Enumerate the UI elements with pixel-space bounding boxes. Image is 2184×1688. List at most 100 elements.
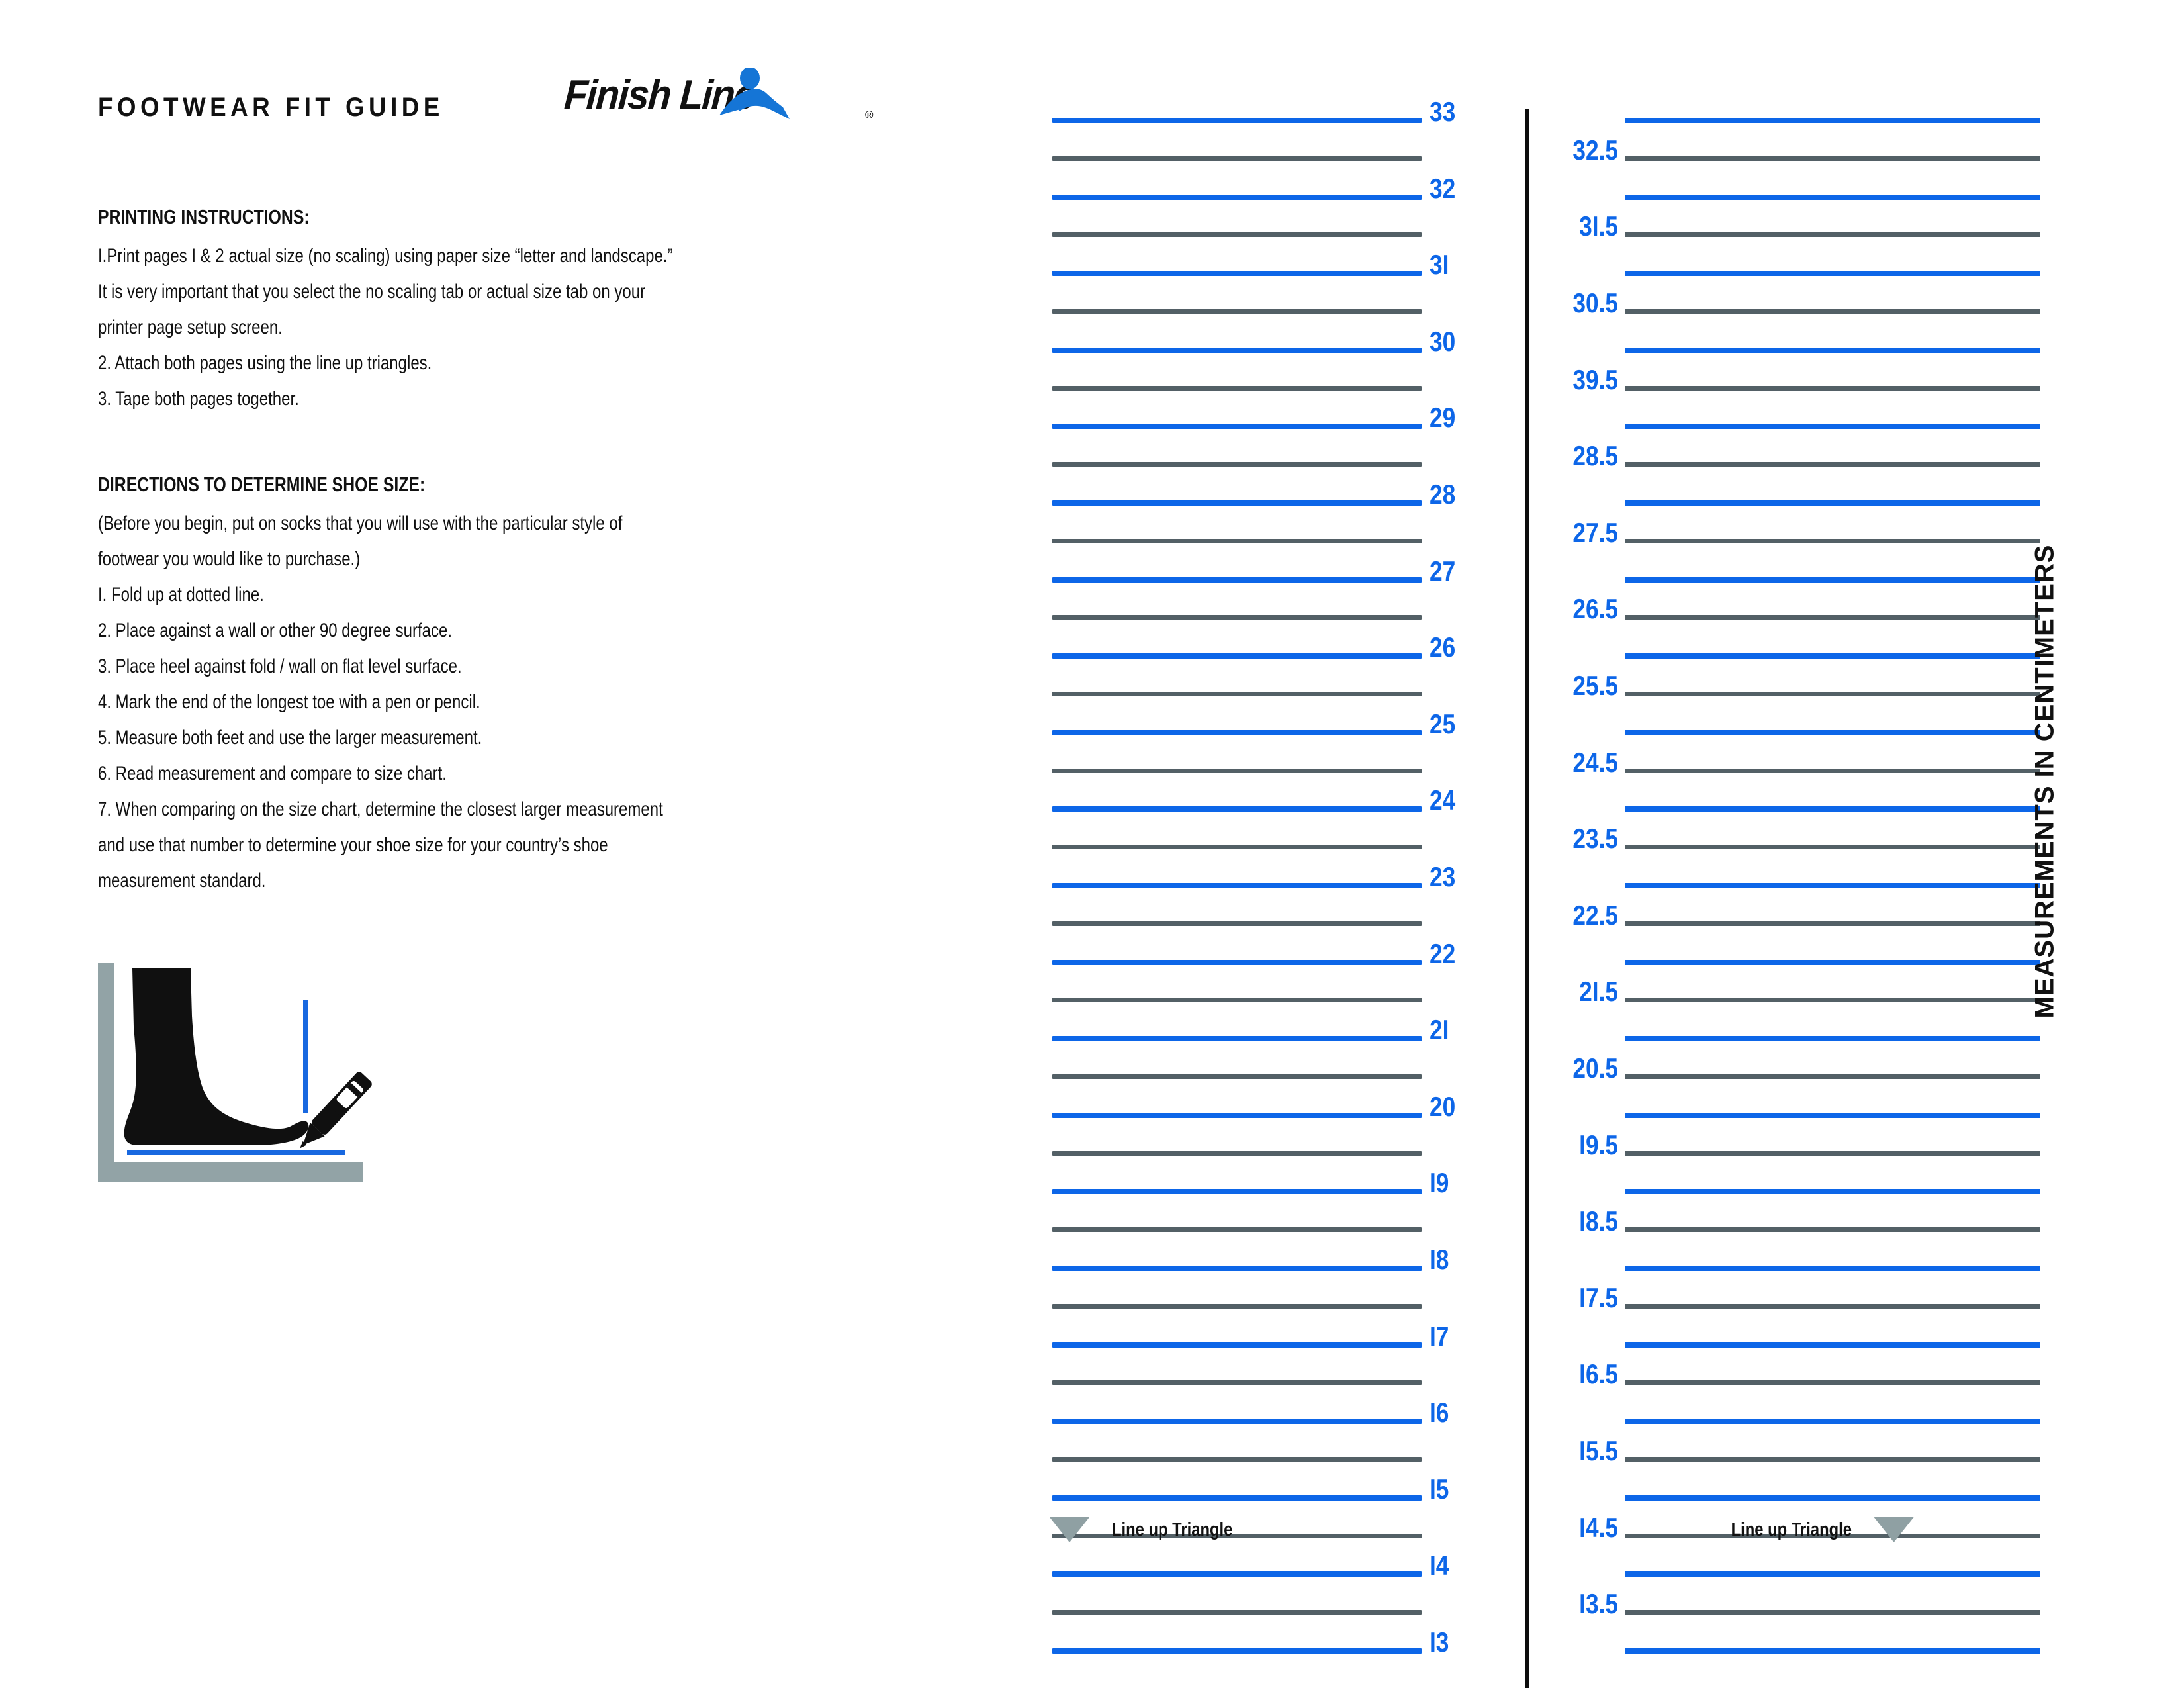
direction-line: 7. When comparing on the size chart, det… (98, 798, 663, 820)
direction-line: and use that number to determine your sh… (98, 834, 608, 856)
ruler-rule-line (1052, 1495, 1422, 1501)
ruler-rule-line (1052, 1610, 1422, 1615)
toe-measure-line (303, 1000, 308, 1113)
ruler-rule-line (1052, 194, 1422, 200)
ruler-column-half-cm: 32.5 3I.5 30.5 39.5 28.5 27.5 26.5 25.5 24.5 23.5… (1542, 0, 2065, 1688)
ruler-rule-line (1625, 1227, 2040, 1233)
ruler-rule-line (1625, 1648, 2040, 1654)
ruler-tick-label: I8.5 (1579, 1205, 1618, 1237)
ruler-rule-line (1052, 653, 1422, 659)
ruler-column-whole-cm: 33 32 3I 30 29 28 27 26 25 24 23 22 2I 20 I9 I8 I7 I6 I5 I4… (993, 0, 1522, 1688)
ruler-tick-label: 26.5 (1572, 593, 1618, 625)
triangle-down-icon (1874, 1517, 1914, 1542)
ruler-tick-label: 24.5 (1572, 746, 1618, 778)
ruler-rule-line (1052, 1457, 1422, 1462)
ruler-tick-label: 23.5 (1572, 823, 1618, 855)
ruler-rule-line (1052, 1303, 1422, 1309)
ruler-tick-label: I9.5 (1579, 1129, 1618, 1160)
instructions-panel: FOOTWEAR FIT GUIDE Finish Line ® PRINTIN… (0, 0, 993, 1688)
ruler-tick-label: I4.5 (1579, 1511, 1618, 1543)
ruler-tick-label: I5.5 (1579, 1435, 1618, 1466)
ruler-tick-label: 3I.5 (1579, 211, 1618, 242)
ruler-rule-line (1625, 1036, 2040, 1042)
ruler-rule-line (1625, 1150, 2040, 1156)
ruler-rule-line (1625, 1303, 2040, 1309)
ruler-tick-label: 27 (1430, 555, 1456, 586)
instruction-line: 2. Attach both pages using the line up t… (98, 352, 432, 374)
ruler-rule-line (1052, 883, 1422, 888)
ruler-rule-line (1625, 385, 2040, 391)
lineup-marker-right: Line up Triangle (1718, 1517, 1914, 1542)
ruler-rule-line (1052, 1036, 1422, 1042)
triangle-down-icon (1050, 1517, 1089, 1542)
ruler-rule-line (1625, 1495, 2040, 1501)
ruler-rule-line (1052, 1571, 1422, 1577)
ruler-tick-label: 30 (1430, 325, 1456, 357)
ruler-rule-line (1625, 768, 2040, 773)
measurements-axis-label-text: MEASUREMENTS IN CENTIMETERS (2030, 544, 2060, 1018)
instruction-line: It is very important that you select the… (98, 281, 646, 303)
ruler-tick-label: 28.5 (1572, 440, 1618, 472)
ruler-tick-label: 23 (1430, 861, 1456, 892)
ruler-tick-label: 20 (1430, 1090, 1456, 1122)
floor-shape (98, 1162, 363, 1182)
ruler-rule-line (1052, 615, 1422, 620)
ruler-rule-line (1052, 577, 1422, 583)
ruler-rule-line (1625, 538, 2040, 543)
directions-body: (Before you begin, put on socks that you… (98, 506, 807, 899)
ruler-rule-line (1625, 1112, 2040, 1118)
direction-line: 2. Place against a wall or other 90 degr… (98, 620, 452, 641)
direction-line: 5. Measure both feet and use the larger … (98, 727, 482, 749)
ruler-tick-label: 2I.5 (1579, 976, 1618, 1008)
ruler-rule-line (1052, 1227, 1422, 1233)
ruler-rule-line (1625, 500, 2040, 506)
ruler-rule-line (1052, 347, 1422, 353)
ruler-rule-line (1052, 1419, 1422, 1425)
instruction-line: printer page setup screen. (98, 316, 283, 338)
ruler-rule-line (1625, 1266, 2040, 1271)
ruler-rule-line (1052, 309, 1422, 314)
ruler-rule-line (1052, 462, 1422, 467)
ruler-tick-label: I6 (1430, 1397, 1449, 1429)
ruler-rule-line (1625, 1457, 2040, 1462)
ruler-rule-line (1052, 271, 1422, 277)
ruler-tick-label: I4 (1430, 1550, 1449, 1581)
ruler-tick-label: 22 (1430, 937, 1456, 969)
ruler-tick-label: 22.5 (1572, 899, 1618, 931)
ruler-tick-label: 2I (1430, 1014, 1449, 1046)
ruler-rule-line (1052, 1342, 1422, 1348)
sock-foot-shape (124, 968, 309, 1145)
ruler-rule-line (1625, 1342, 2040, 1348)
runner-swoosh-icon (719, 68, 790, 119)
ruler-rule-line (1052, 156, 1422, 161)
ruler-rule-line (1052, 692, 1422, 696)
instruction-line: I.Print pages I & 2 actual size (no scal… (98, 245, 673, 267)
ruler-rule-line (1625, 194, 2040, 200)
ruler-tick-label: 28 (1430, 479, 1456, 510)
ruler-tick-label: I7 (1430, 1320, 1449, 1352)
ruler-tick-label: 33 (1430, 96, 1456, 127)
direction-line: measurement standard. (98, 870, 266, 892)
baseline-measure-line (127, 1150, 345, 1155)
ruler-rule-line (1052, 921, 1422, 926)
ruler-tick-label: I5 (1430, 1473, 1449, 1505)
ruler-rule-line (1625, 232, 2040, 238)
trademark-symbol: ® (865, 109, 874, 121)
ruler-rule-line (1625, 998, 2040, 1003)
instruction-line: 3. Tape both pages together. (98, 388, 299, 410)
ruler-tick-label: 3I (1430, 249, 1449, 281)
lineup-marker-left: Line up Triangle (1050, 1517, 1246, 1542)
ruler-rule-line (1625, 424, 2040, 430)
ruler-rule-line (1625, 347, 2040, 353)
direction-line: (Before you begin, put on socks that you… (98, 512, 623, 534)
ruler-rule-line (1625, 1380, 2040, 1385)
ruler-rule-line (1625, 615, 2040, 620)
ruler-rule-line (1625, 845, 2040, 850)
direction-line: 4. Mark the end of the longest toe with … (98, 691, 480, 713)
ruler-rule-line (1052, 768, 1422, 773)
ruler-tick-label: 25 (1430, 708, 1456, 739)
ruler-rule-line (1052, 385, 1422, 391)
finish-line-logo: Finish Line ® (563, 68, 884, 131)
ruler-rule-line (1052, 959, 1422, 965)
ruler-tick-label: I8 (1430, 1244, 1449, 1275)
